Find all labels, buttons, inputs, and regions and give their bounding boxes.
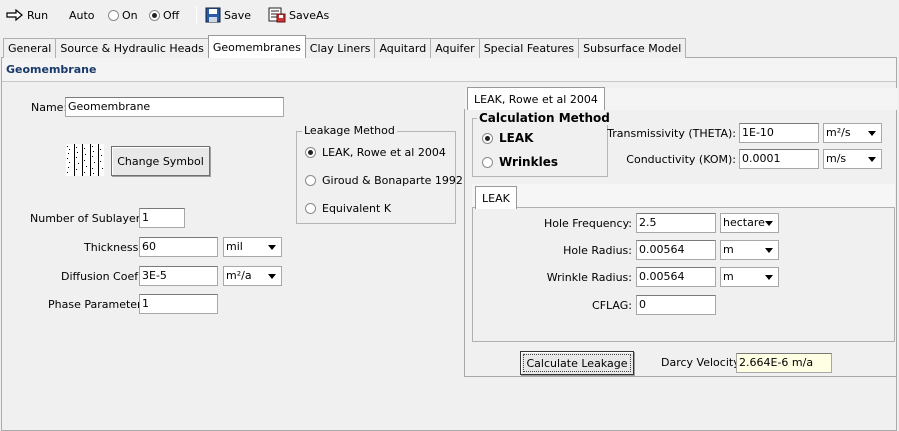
auto-off-radio[interactable]: Off — [149, 4, 179, 26]
tab-geomembranes[interactable]: Geomembranes — [207, 35, 306, 58]
radio-selected-icon — [482, 132, 493, 144]
name-label: Name: — [31, 101, 68, 114]
transmissivity-unit-select[interactable]: m²/s — [823, 123, 882, 143]
dropdown-arrow-icon — [865, 126, 879, 140]
auto-on-radio[interactable]: On — [108, 4, 138, 26]
radio-icon — [305, 203, 316, 214]
section-title: Geomembrane — [6, 63, 97, 76]
conductivity-input[interactable]: 0.0001 — [739, 149, 819, 169]
run-label: Run — [27, 8, 49, 22]
hole-radius-input[interactable]: 0.00564 — [636, 240, 716, 260]
sublayers-input[interactable]: 1 — [139, 208, 185, 228]
radio-selected-icon — [305, 147, 316, 158]
radio-icon — [305, 175, 316, 186]
diffusion-unit-select[interactable]: m²/a — [223, 266, 282, 286]
transmissivity-label: Transmissivity (THETA): — [607, 127, 736, 140]
geomembrane-symbol-icon — [66, 144, 104, 176]
wrinkle-radius-unit-select[interactable]: m — [720, 267, 779, 287]
tab-source-hydraulic-heads[interactable]: Source & Hydraulic Heads — [55, 38, 209, 58]
calculate-leakage-button[interactable]: Calculate Leakage — [520, 351, 634, 375]
hole-frequency-input[interactable]: 2.5 — [636, 213, 716, 233]
thickness-label: Thickness: — [84, 241, 143, 254]
tab-clay-liners[interactable]: Clay Liners — [304, 38, 376, 58]
tab-special-features[interactable]: Special Features — [478, 38, 580, 58]
cflag-input[interactable]: 0 — [636, 295, 716, 315]
dropdown-arrow-icon — [762, 270, 776, 284]
run-arrow-icon — [6, 9, 23, 21]
tab-leak-rowe[interactable]: LEAK, Rowe et al 2004 — [467, 87, 605, 110]
dropdown-arrow-icon — [265, 269, 279, 283]
wrinkle-radius-label: Wrinkle Radius: — [546, 271, 632, 284]
hole-frequency-label: Hole Frequency: — [543, 217, 632, 230]
saveas-button[interactable]: SaveAs — [268, 4, 329, 26]
calc-method-title: Calculation Method — [477, 111, 612, 125]
wrinkle-radius-input[interactable]: 0.00564 — [636, 267, 716, 287]
floppy-disk-icon — [205, 7, 221, 23]
tab-aquifer[interactable]: Aquifer — [430, 38, 480, 58]
darcy-velocity-label: Darcy Velocity — [661, 356, 740, 369]
save-button[interactable]: Save — [205, 4, 251, 26]
toolbar-separator — [196, 6, 197, 24]
hole-radius-unit-select[interactable]: m — [720, 240, 779, 260]
name-input[interactable]: Geomembrane — [65, 97, 284, 117]
leakage-option-equivalent-k[interactable]: Equivalent K — [305, 202, 391, 215]
dropdown-arrow-icon — [865, 152, 879, 166]
calc-option-leak[interactable]: LEAK — [482, 131, 533, 145]
diffusion-label: Diffusion Coef: — [61, 270, 142, 283]
save-as-icon — [268, 7, 286, 23]
leakage-option-leak[interactable]: LEAK, Rowe et al 2004 — [305, 146, 446, 159]
radio-icon — [482, 156, 493, 168]
conductivity-unit-select[interactable]: m/s — [823, 149, 882, 169]
thickness-unit-select[interactable]: mil — [223, 237, 282, 257]
tab-general[interactable]: General — [3, 38, 57, 58]
cflag-label: CFLAG: — [592, 299, 632, 312]
tab-leak[interactable]: LEAK — [475, 186, 517, 209]
dropdown-arrow-icon — [265, 240, 279, 254]
main-tabs: General Source & Hydraulic Heads Geomemb… — [3, 35, 687, 58]
radio-selected-icon — [149, 9, 160, 21]
diffusion-input[interactable]: 3E-5 — [139, 266, 218, 286]
dropdown-arrow-icon — [762, 216, 776, 230]
phase-label: Phase Parameter: — [48, 298, 146, 311]
dropdown-arrow-icon — [762, 243, 776, 257]
change-symbol-button[interactable]: Change Symbol — [111, 146, 210, 176]
leakage-method-title: Leakage Method — [302, 124, 397, 137]
leakage-option-giroud[interactable]: Giroud & Bonaparte 1992 — [305, 174, 463, 187]
calc-option-wrinkles[interactable]: Wrinkles — [482, 155, 558, 169]
section-header — [2, 58, 896, 82]
sublayers-label: Number of Sublayers: — [30, 212, 150, 225]
tab-subsurface-model[interactable]: Subsurface Model — [578, 38, 687, 58]
transmissivity-input[interactable]: 1E-10 — [739, 123, 819, 143]
hole-radius-label: Hole Radius: — [563, 244, 632, 257]
phase-input[interactable]: 1 — [139, 294, 218, 314]
tab-aquitard[interactable]: Aquitard — [374, 38, 432, 58]
radio-icon — [108, 9, 119, 21]
conductivity-label: Conductivity (KOM): — [626, 153, 736, 166]
darcy-velocity-output: 2.664E-6 m/a — [736, 353, 832, 373]
thickness-input[interactable]: 60 — [139, 237, 218, 257]
leak-subtab-strip — [472, 184, 895, 208]
run-button[interactable]: Run — [6, 4, 48, 26]
auto-label: Auto — [69, 8, 95, 22]
hole-frequency-unit-select[interactable]: hectare — [720, 213, 779, 233]
